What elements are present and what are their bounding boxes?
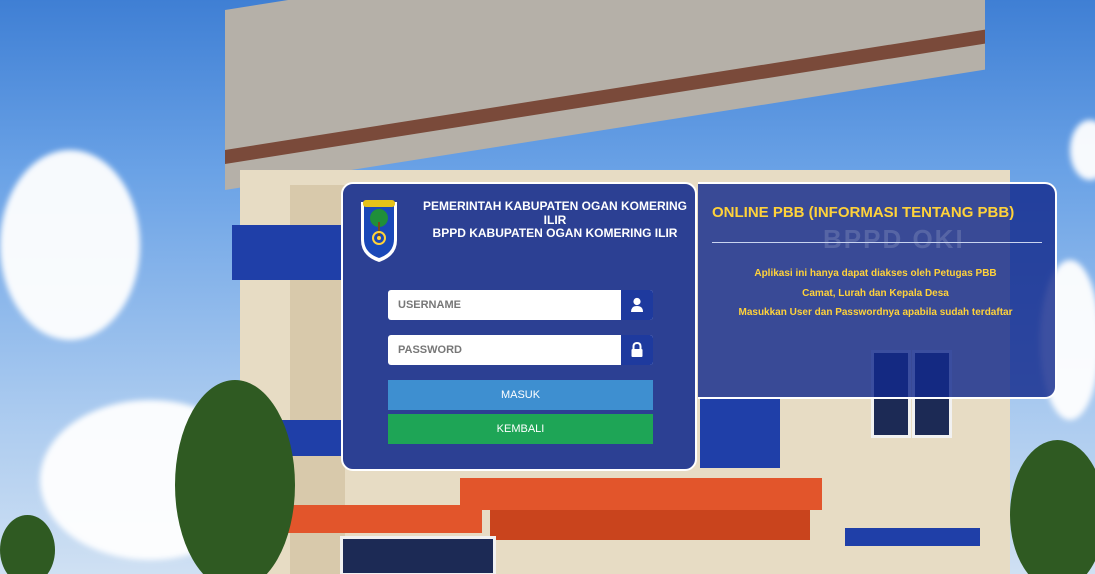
info-line: Aplikasi ini hanya dapat diakses oleh Pe… <box>754 268 997 279</box>
blue-ledge <box>232 225 342 280</box>
orange-canopy <box>460 478 822 510</box>
info-line: Masukkan User dan Passwordnya apabila su… <box>738 307 1013 318</box>
user-icon <box>621 290 653 320</box>
username-field <box>388 290 653 320</box>
login-button[interactable]: MASUK <box>388 380 653 410</box>
back-button[interactable]: KEMBALI <box>388 414 653 444</box>
blue-ledge <box>700 398 780 468</box>
username-input[interactable] <box>388 290 618 320</box>
cloud <box>1070 120 1095 180</box>
tree <box>1010 440 1095 574</box>
tree <box>175 380 295 574</box>
login-panel: PEMERINTAH KABUPATEN OGAN KOMERING ILIR … <box>341 182 697 471</box>
info-title: ONLINE PBB (INFORMASI TENTANG PBB) <box>712 204 1015 221</box>
government-title: PEMERINTAH KABUPATEN OGAN KOMERING ILIR <box>423 199 687 227</box>
info-line: Camat, Lurah dan Kepala Desa <box>802 288 949 299</box>
agency-title: BPPD KABUPATEN OGAN KOMERING ILIR <box>432 226 678 240</box>
building-sign: BPPD OKI <box>823 224 965 254</box>
orange-canopy <box>490 510 810 540</box>
info-panel: BPPD OKI ONLINE PBB (INFORMASI TENTANG P… <box>698 182 1057 399</box>
tree <box>0 515 55 574</box>
blue-ledge <box>845 528 980 546</box>
password-field <box>388 335 653 365</box>
emblem-logo <box>361 200 397 262</box>
password-input[interactable] <box>388 335 618 365</box>
building-window <box>340 536 496 574</box>
cloud <box>0 150 140 340</box>
lock-icon <box>621 335 653 365</box>
divider <box>712 242 1042 243</box>
